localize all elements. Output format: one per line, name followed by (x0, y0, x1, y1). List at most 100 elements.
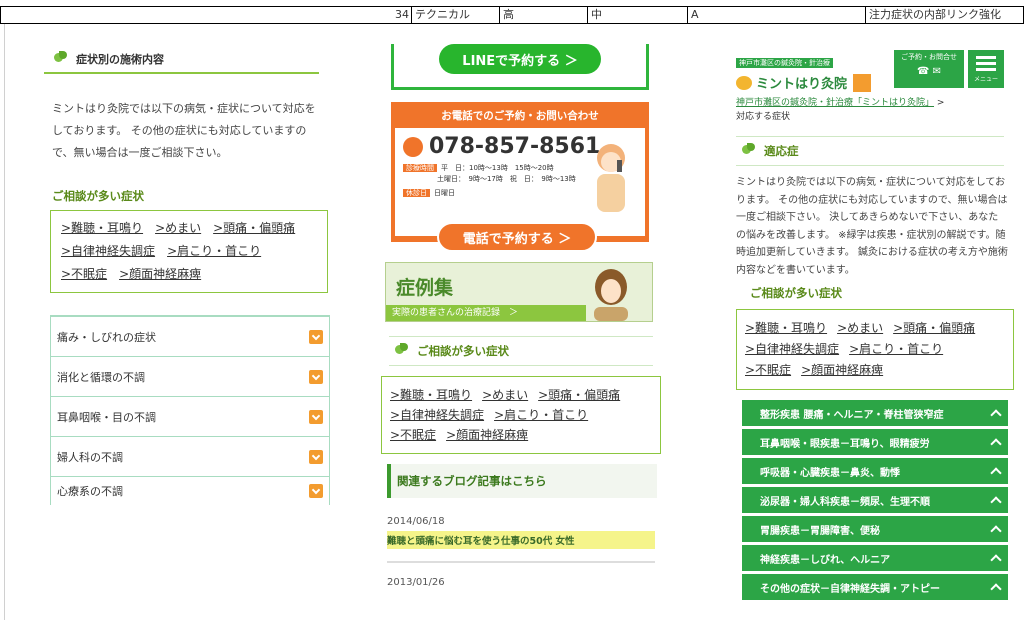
cell-difficulty[interactable]: 中 (588, 6, 688, 24)
category-item[interactable]: 胃腸疾患－胃腸障害、便秘 (742, 516, 1008, 542)
phone-mail-line-icon: ☎ ✉ (916, 66, 941, 77)
contact-button[interactable]: ご予約・お問合せ ☎ ✉ (894, 50, 964, 88)
link-stiff-shoulder[interactable]: >肩こり・首こり (167, 244, 261, 258)
blog-article-link[interactable]: 難聴と頭痛に悩む耳を使う仕事の50代 女性 (387, 531, 655, 549)
breadcrumb-current: 対応する症状 (736, 112, 791, 122)
category-item[interactable]: 整形疾患 腰痛・ヘルニア・脊柱管狭窄症 (742, 400, 1008, 426)
category-item[interactable]: 消化と循環の不調 (50, 357, 330, 397)
breadcrumb-separator: > (934, 98, 945, 108)
link-insomnia[interactable]: >不眠症 (61, 267, 107, 281)
chevron-up-icon[interactable] (990, 438, 1002, 450)
category-label: 呼吸器・心臓疾患－鼻炎、動悸 (760, 467, 900, 479)
category-item[interactable]: 呼吸器・心臓疾患－鼻炎、動悸 (742, 458, 1008, 484)
chevron-up-icon[interactable] (990, 496, 1002, 508)
chevron-down-icon[interactable] (309, 449, 323, 464)
link-dizziness[interactable]: >めまい (155, 221, 201, 235)
chevron-up-icon[interactable] (990, 554, 1002, 566)
hours-label: 診療時間 (403, 164, 437, 172)
intro-text: ミントはり灸院では以下の病気・症状について対応をしております。 その他の症状にも… (736, 177, 1008, 276)
sidebar-panel-middle: LINEで予約する ＞ お電話でのご予約・お問い合わせ 078-857-8561… (381, 44, 661, 588)
category-label: 耳鼻咽喉・眼疾患－耳鳴り、眼精疲労 (760, 438, 930, 450)
link-stiff-shoulder[interactable]: >肩こり・首こり (494, 408, 588, 422)
link-facial-palsy[interactable]: >顔面神経麻痺 (119, 267, 201, 281)
category-label: 整形疾患 腰痛・ヘルニア・脊柱管狭窄症 (760, 409, 944, 421)
woman-portrait-illustration (594, 269, 628, 321)
category-label: 耳鼻咽喉・目の不調 (57, 410, 156, 424)
category-item[interactable]: 痛み・しびれの症状 (50, 317, 330, 357)
tel-panel: お電話でのご予約・お問い合わせ 078-857-8561 診療時間平 日：10時… (391, 102, 649, 252)
section-header: 適応症 (736, 136, 1004, 166)
site-logo[interactable]: 神戸市灘区の鍼灸院・針治療 ミントはり灸院 (736, 50, 886, 92)
link-facial-palsy[interactable]: >顔面神経麻痺 (446, 428, 528, 442)
link-headache[interactable]: >頭痛・偏頭痛 (538, 388, 620, 402)
case-title: 症例集 (396, 277, 454, 299)
category-item[interactable]: 耳鼻咽喉・目の不調 (50, 397, 330, 437)
woman-on-phone-illustration (597, 144, 625, 212)
logo-tagline: 神戸市灘区の鍼灸院・針治療 (736, 58, 833, 68)
link-hearing[interactable]: >難聴・耳鳴り (390, 388, 472, 402)
tel-header: お電話でのご予約・お問い合わせ (441, 110, 599, 122)
line-reserve-button[interactable]: LINEで予約する ＞ (439, 44, 601, 74)
category-item[interactable]: 心療系の不調 (50, 477, 330, 505)
spreadsheet-row: 34 テクニカル 高 中 A 注力症状の内部リンク強化 (0, 6, 1024, 24)
link-facial-palsy[interactable]: >顔面神経麻痺 (801, 363, 883, 377)
chevron-up-icon[interactable] (990, 583, 1002, 595)
section-header: 症状別の施術内容 (44, 46, 319, 74)
sheet-gridline (4, 24, 5, 620)
link-dizziness[interactable]: >めまい (837, 321, 883, 335)
category-item[interactable]: 婦人科の不調 (50, 437, 330, 477)
hamburger-menu-button[interactable]: メニュー (968, 50, 1004, 88)
intro-text: ミントはり灸院では以下の病気・症状について対応をしております。 その他の症状にも… (52, 102, 316, 159)
cell-task[interactable]: 注力症状の内部リンク強化 (866, 6, 1024, 24)
link-autonomic[interactable]: >自律神経失調症 (61, 244, 155, 258)
link-insomnia[interactable]: >不眠症 (745, 363, 791, 377)
chevron-up-icon[interactable] (990, 525, 1002, 537)
consult-title: ご相談が多い症状 (750, 286, 842, 300)
consult-links-box: >難聴・耳鳴り >めまい >頭痛・偏頭痛 >自律神経失調症 >肩こり・首こり >不眠症… (736, 309, 1014, 390)
blog-date: 2014/06/18 (387, 516, 445, 527)
blog-date: 2013/01/26 (387, 577, 445, 588)
consult-title: ご相談が多い症状 (52, 189, 144, 203)
category-item[interactable]: その他の症状－自律神経失調・アトピー (742, 574, 1008, 600)
menu-label: メニュー (973, 75, 998, 83)
mobile-panel-right: 神戸市灘区の鍼灸院・針治療 ミントはり灸院 ご予約・お問合せ ☎ ✉ メニュー … (736, 50, 1014, 603)
home-icon[interactable] (853, 73, 872, 92)
contact-label: ご予約・お問合せ (901, 53, 957, 61)
cell-rank[interactable]: A (688, 6, 866, 24)
chevron-down-icon[interactable] (309, 329, 323, 344)
link-headache[interactable]: >頭痛・偏頭痛 (893, 321, 975, 335)
tel-number[interactable]: 078-857-8561 (429, 134, 600, 159)
cell-category[interactable]: テクニカル (412, 6, 500, 24)
consult-section-header: ご相談が多い症状 (389, 336, 653, 366)
logo-name: ミントはり灸院 (756, 77, 848, 92)
category-label: その他の症状－自律神経失調・アトピー (760, 583, 940, 595)
mint-logo-icon (736, 75, 752, 90)
link-autonomic[interactable]: >自律神経失調症 (390, 408, 484, 422)
breadcrumb-home-link[interactable]: 神戸市灘区の鍼灸院・針治療「ミントはり灸院」 (736, 98, 934, 108)
cell-number[interactable]: 34 (0, 6, 412, 24)
leaf-icon (740, 143, 756, 159)
link-dizziness[interactable]: >めまい (482, 388, 528, 402)
chevron-down-icon[interactable] (309, 409, 323, 424)
link-headache[interactable]: >頭痛・偏頭痛 (213, 221, 295, 235)
link-autonomic[interactable]: >自律神経失調症 (745, 342, 839, 356)
tel-info: 078-857-8561 診療時間平 日：10時〜13時 15時〜20時 土曜日… (395, 128, 645, 236)
link-stiff-shoulder[interactable]: >肩こり・首こり (849, 342, 943, 356)
link-hearing[interactable]: >難聴・耳鳴り (745, 321, 827, 335)
chevron-up-icon[interactable] (990, 467, 1002, 479)
category-item[interactable]: 耳鼻咽喉・眼疾患－耳鳴り、眼精疲労 (742, 429, 1008, 455)
category-item[interactable]: 神経疾患－しびれ、ヘルニア (742, 545, 1008, 571)
chevron-down-icon[interactable] (309, 369, 323, 384)
link-hearing[interactable]: >難聴・耳鳴り (61, 221, 143, 235)
menu-bar (976, 67, 996, 71)
chevron-down-icon[interactable] (309, 484, 323, 498)
consult-links-box: >難聴・耳鳴り >めまい >頭痛・偏頭痛 >自律神経失調症 >肩こり・首こり >不眠症… (50, 210, 328, 293)
cell-priority[interactable]: 高 (500, 6, 588, 24)
category-label: 痛み・しびれの症状 (57, 330, 156, 344)
tel-reserve-button[interactable]: 電話で予約する ＞ (437, 222, 597, 252)
chevron-up-icon[interactable] (990, 409, 1002, 421)
case-study-banner[interactable]: 症例集 実際の患者さんの治療記録 ＞ (385, 262, 653, 322)
link-insomnia[interactable]: >不眠症 (390, 428, 436, 442)
category-item[interactable]: 泌尿器・婦人科疾患－頻尿、生理不順 (742, 487, 1008, 513)
category-label: 婦人科の不調 (57, 450, 123, 464)
